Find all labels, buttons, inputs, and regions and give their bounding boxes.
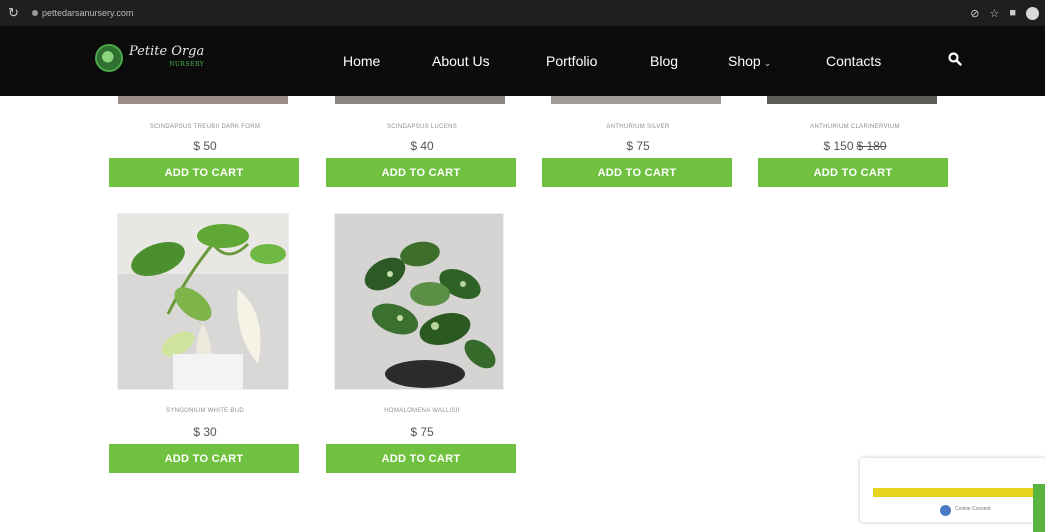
bookmark-star-icon[interactable]: ☆ — [989, 7, 999, 20]
widget-text: Cookie Consent — [955, 506, 991, 512]
browser-toolbar: ↻ pettedarsanursery.com ⊘ ☆ ■ — [0, 0, 1045, 26]
product-name[interactable]: ANTHURIUM CLARINERVIUM — [760, 124, 950, 130]
address-bar[interactable]: pettedarsanursery.com — [32, 8, 133, 18]
search-icon[interactable] — [948, 52, 964, 68]
product-name[interactable]: SCINDAPSUS TREUBII DARK FORM — [110, 124, 300, 130]
chevron-down-icon: ⌄ — [763, 58, 772, 68]
current-price: $ 150 — [823, 139, 854, 153]
nav-shop[interactable]: Shop ⌄ — [728, 53, 771, 69]
profile-avatar[interactable] — [1026, 6, 1039, 20]
nav-shop-label: Shop — [728, 53, 761, 69]
product-price: $ 75 — [410, 425, 434, 439]
url-text: pettedarsanursery.com — [42, 8, 134, 18]
nav-blog[interactable]: Blog — [650, 53, 678, 69]
product-name[interactable]: ANTHURIUM SILVER — [543, 124, 733, 130]
extensions-icon[interactable]: ■ — [1009, 7, 1016, 19]
site-info-icon[interactable] — [32, 10, 38, 16]
add-to-cart-button[interactable]: ADD TO CART — [542, 158, 732, 187]
product-price: $ 50 — [193, 139, 217, 153]
nav-about-us[interactable]: About Us — [432, 53, 490, 69]
product-price: $ 150 $ 180 — [760, 139, 950, 153]
old-price: $ 180 — [856, 139, 887, 153]
product-price: $ 75 — [626, 139, 650, 153]
reload-icon[interactable]: ↻ — [8, 5, 24, 21]
main-nav: Home About Us Portfolio Blog Shop ⌄ Conta… — [0, 26, 1045, 96]
product-image[interactable] — [118, 96, 288, 104]
site-header: Petite Orga NURSERY Home About Us Portfo… — [0, 26, 1045, 96]
product-name[interactable]: HOMALOMENA WALLISII — [327, 408, 517, 414]
nav-home[interactable]: Home — [343, 53, 380, 69]
add-to-cart-button[interactable]: ADD TO CART — [326, 158, 516, 187]
product-price: $ 30 — [193, 425, 217, 439]
product-image[interactable] — [334, 213, 504, 390]
product-name[interactable]: SYNGONIUM WHITE BUD — [110, 408, 300, 414]
nav-portfolio[interactable]: Portfolio — [546, 53, 597, 69]
widget-progress-bar — [873, 488, 1045, 497]
translate-icon[interactable]: ⊘ — [970, 7, 979, 20]
consent-widget[interactable]: Cookie Consent — [860, 458, 1045, 522]
product-name[interactable]: SCINDAPSUS LUCENS — [327, 124, 517, 130]
add-to-cart-button[interactable]: ADD TO CART — [109, 444, 299, 473]
add-to-cart-button[interactable]: ADD TO CART — [758, 158, 948, 187]
product-image[interactable] — [551, 96, 721, 104]
widget-badge-icon — [940, 505, 951, 516]
add-to-cart-button[interactable]: ADD TO CART — [109, 158, 299, 187]
add-to-cart-button[interactable]: ADD TO CART — [326, 444, 516, 473]
product-price: $ 40 — [410, 139, 434, 153]
chat-launcher-button[interactable] — [1033, 484, 1045, 532]
product-image[interactable] — [767, 96, 937, 104]
nav-contacts[interactable]: Contacts — [826, 53, 881, 69]
product-image[interactable] — [335, 96, 505, 104]
product-image[interactable] — [117, 213, 289, 390]
